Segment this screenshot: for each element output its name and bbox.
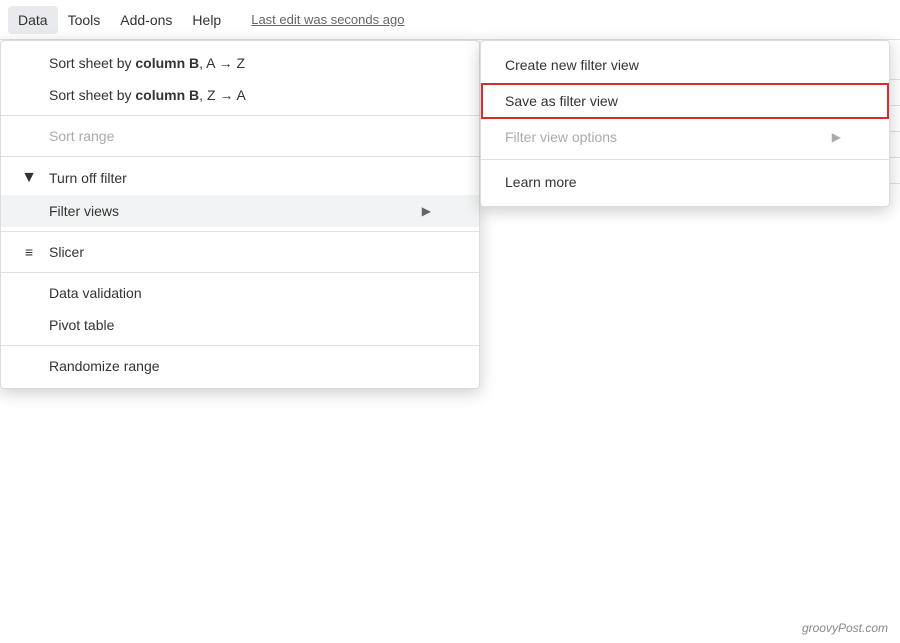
menu-tools[interactable]: Tools [58,6,111,34]
turn-off-filter-item[interactable]: ▼ Turn off filter [1,161,479,195]
sort-desc-item[interactable]: Sort sheet by column B, Z → A [1,79,479,111]
sort-asc-text: Sort sheet by column B, A → Z [49,55,245,71]
filter-views-item[interactable]: Filter views ▶ [1,195,479,227]
menu-help[interactable]: Help [182,6,231,34]
filter-icon: ▼ [17,169,41,187]
pivot-table-text: Pivot table [49,317,114,333]
data-validation-item[interactable]: Data validation [1,277,479,309]
turn-off-filter-text: Turn off filter [49,170,127,186]
data-validation-text: Data validation [49,285,142,301]
data-menu: Sort sheet by column B, A → Z Sort sheet… [0,40,480,389]
divider-5 [1,345,479,346]
randomize-range-item[interactable]: Randomize range [1,350,479,382]
slicer-item[interactable]: ≡ Slicer [1,236,479,268]
create-new-filter-view-text: Create new filter view [505,57,639,73]
menu-data[interactable]: Data [8,6,58,34]
save-as-filter-view-text: Save as filter view [505,93,618,109]
menu-addons[interactable]: Add-ons [110,6,182,34]
sort-range-item: Sort range [1,120,479,152]
filter-views-submenu: Create new filter view Save as filter vi… [480,40,890,207]
last-edit-label: Last edit was seconds ago [251,12,404,27]
filter-views-text: Filter views [49,203,119,219]
learn-more-item[interactable]: Learn more [481,164,889,200]
learn-more-text: Learn more [505,174,577,190]
slicer-text: Slicer [49,244,84,260]
create-new-filter-view-item[interactable]: Create new filter view [481,47,889,83]
menu-bar: Data Tools Add-ons Help Last edit was se… [0,0,900,40]
divider-1 [1,115,479,116]
divider-4 [1,272,479,273]
filter-view-options-text: Filter view options [505,129,617,145]
randomize-text: Randomize range [49,358,160,374]
divider-3 [1,231,479,232]
submenu-divider [481,159,889,160]
pivot-table-item[interactable]: Pivot table [1,309,479,341]
slicer-icon: ≡ [17,244,41,260]
filter-view-options-arrow: ▶ [832,130,841,144]
filter-view-options-item: Filter view options ▶ [481,119,889,155]
filter-views-arrow: ▶ [422,204,431,218]
sort-asc-item[interactable]: Sort sheet by column B, A → Z [1,47,479,79]
sort-desc-text: Sort sheet by column B, Z → A [49,87,246,103]
watermark: groovyPost.com [802,621,888,635]
divider-2 [1,156,479,157]
sort-range-text: Sort range [49,128,114,144]
save-as-filter-view-item[interactable]: Save as filter view [481,83,889,119]
